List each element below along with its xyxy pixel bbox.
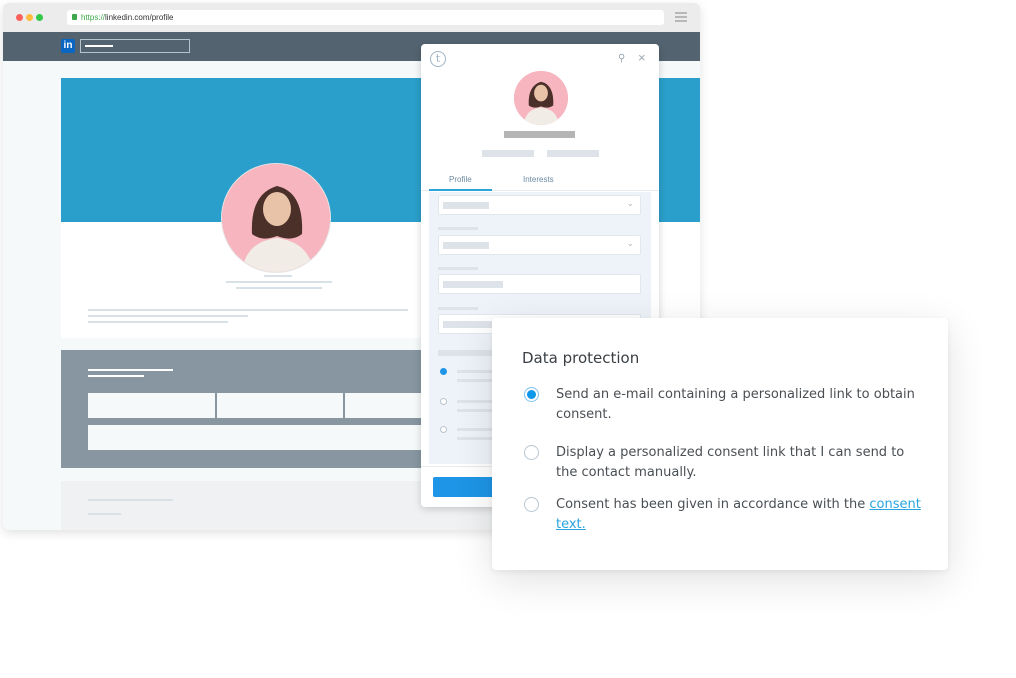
placeholder-line <box>88 375 144 377</box>
placeholder-line <box>88 513 121 515</box>
radio-selected[interactable] <box>524 387 539 402</box>
option-placeholder <box>457 437 497 440</box>
profile-avatar <box>221 163 331 273</box>
data-protection-dialog: Data protection Send an e-mail containin… <box>492 318 948 570</box>
active-tab-indicator <box>429 189 492 191</box>
placeholder-line <box>236 287 322 289</box>
close-window-button[interactable] <box>16 14 23 21</box>
placeholder-line <box>88 309 408 311</box>
contact-avatar <box>514 71 568 125</box>
linkedin-search-input[interactable] <box>80 39 190 53</box>
contact-detail-placeholder <box>482 150 534 157</box>
option-placeholder <box>457 400 497 403</box>
radio-option-1[interactable] <box>440 368 447 375</box>
lock-icon <box>72 14 77 20</box>
option-label-text: Consent has been given in accordance wit… <box>556 497 870 512</box>
option-placeholder <box>457 409 497 412</box>
plugin-tabs: Profile Interests <box>421 171 659 191</box>
option-label: Send an e-mail containing a personalized… <box>556 387 915 422</box>
search-icon[interactable]: ⚲ <box>618 53 625 64</box>
field-label-placeholder <box>438 307 478 310</box>
option-placeholder <box>457 370 497 373</box>
contact-detail-placeholder <box>547 150 599 157</box>
placeholder-line <box>88 499 173 501</box>
browser-chrome: https://linkedin.com/profile <box>3 3 700 32</box>
field-label-placeholder <box>438 227 478 230</box>
minimize-window-button[interactable] <box>26 14 33 21</box>
placeholder-line <box>88 315 248 317</box>
placeholder-line <box>88 369 173 371</box>
radio-unselected[interactable] <box>524 497 539 512</box>
option-placeholder <box>457 379 497 382</box>
tab-profile[interactable]: Profile <box>449 175 472 184</box>
contact-name-placeholder <box>504 131 575 138</box>
url-text: linkedin.com/profile <box>105 13 174 22</box>
option-label: Display a personalized consent link that… <box>556 445 905 480</box>
option-placeholder <box>457 428 497 431</box>
chevron-down-icon: ⌄ <box>626 198 634 208</box>
radio-option-2[interactable] <box>440 398 447 405</box>
placeholder-line <box>264 275 292 277</box>
text-field[interactable] <box>438 274 641 294</box>
placeholder-box <box>88 393 215 418</box>
field-label-placeholder <box>438 267 478 270</box>
placeholder-line <box>88 321 228 323</box>
select-field[interactable]: ⌄ <box>438 195 641 215</box>
radio-unselected[interactable] <box>524 445 539 460</box>
url-scheme: https:// <box>81 13 106 22</box>
section-label-placeholder <box>438 350 498 356</box>
maximize-window-button[interactable] <box>36 14 43 21</box>
menu-icon[interactable] <box>675 12 687 22</box>
chevron-down-icon: ⌄ <box>626 238 634 248</box>
option-label: Consent has been given in accordance wit… <box>556 495 926 535</box>
plugin-logo: t <box>430 51 446 67</box>
select-field[interactable]: ⌄ <box>438 235 641 255</box>
address-bar[interactable]: https://linkedin.com/profile <box>67 10 664 25</box>
placeholder-box <box>217 393 343 418</box>
tab-interests[interactable]: Interests <box>523 175 554 184</box>
dialog-title: Data protection <box>522 349 640 367</box>
close-icon[interactable]: × <box>638 50 646 65</box>
radio-option-3[interactable] <box>440 426 447 433</box>
linkedin-logo[interactable]: in <box>61 39 75 53</box>
placeholder-line <box>226 281 332 283</box>
